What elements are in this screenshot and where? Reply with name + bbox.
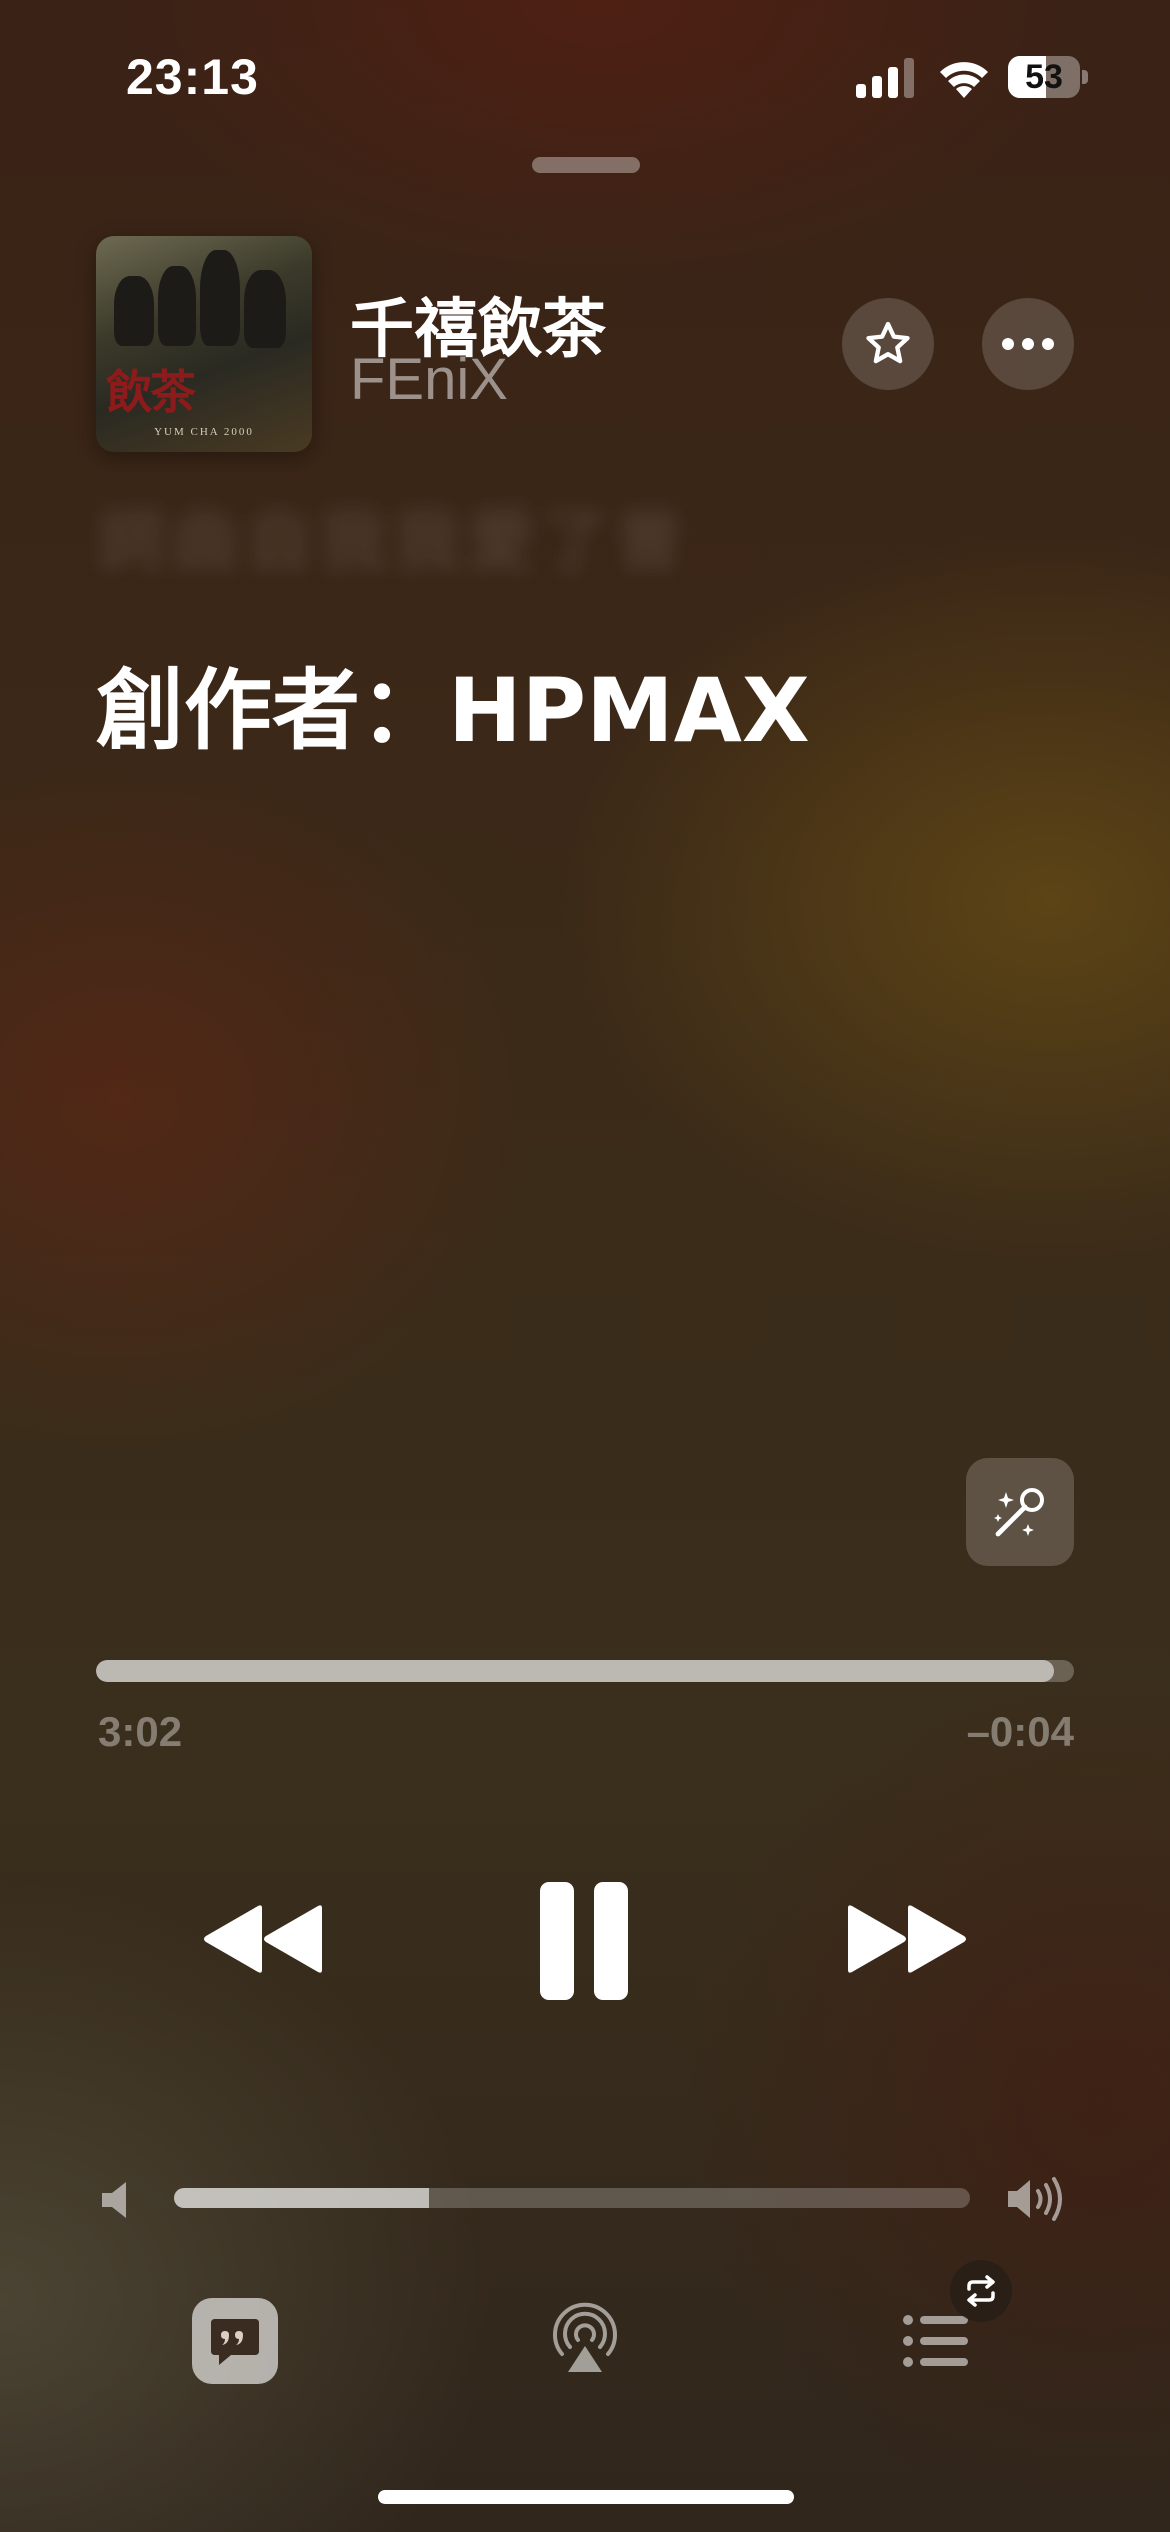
- volume-low-icon: [102, 2182, 126, 2218]
- volume-slider-fill: [174, 2188, 429, 2208]
- artwork-title-text: 飲茶: [106, 365, 196, 419]
- artwork-figure: [200, 250, 240, 346]
- list-icon: [903, 2315, 968, 2367]
- queue-button[interactable]: [902, 2312, 972, 2370]
- battery-cap: [1082, 70, 1088, 84]
- pause-button[interactable]: [536, 1880, 632, 2002]
- previous-lyric-line[interactable]: 詞曲自我我愛了曾: [98, 488, 690, 584]
- lyrics-toggle-button[interactable]: [192, 2298, 278, 2384]
- rewind-button[interactable]: [202, 1902, 326, 1976]
- battery-indicator: 53: [1008, 56, 1088, 98]
- artwork-figure: [158, 266, 196, 346]
- volume-slider[interactable]: [174, 2188, 970, 2208]
- artist-name[interactable]: FEniX: [350, 346, 508, 413]
- sheet-grabber[interactable]: [532, 157, 640, 173]
- sing-mode-button[interactable]: [966, 1458, 1074, 1566]
- fast-forward-icon: [848, 1905, 966, 1973]
- repeat-icon: [967, 2275, 995, 2307]
- artwork-figure: [244, 270, 286, 348]
- remaining-time: –0:04: [966, 1708, 1074, 1755]
- elapsed-time: 3:02: [98, 1708, 183, 1755]
- wifi-icon: [940, 62, 988, 98]
- rewind-icon: [204, 1905, 322, 1973]
- pause-icon: [540, 1882, 628, 2000]
- repeat-indicator[interactable]: [950, 2260, 1012, 2322]
- home-indicator[interactable]: [378, 2490, 794, 2504]
- cellular-signal-icon: [856, 58, 914, 98]
- more-options-button[interactable]: [982, 298, 1074, 390]
- artwork-figure: [114, 276, 154, 346]
- microphone-sparkle-icon: [994, 1488, 1044, 1537]
- current-lyric-line[interactable]: 創作者：HPMAX: [96, 640, 810, 767]
- airplay-button[interactable]: [548, 2302, 622, 2376]
- star-icon: [866, 321, 910, 364]
- album-artwork[interactable]: 飲茶 YUM CHA 2000: [96, 236, 312, 452]
- playback-progress-bar[interactable]: [96, 1660, 1074, 1682]
- lyrics-quote-icon: [211, 2319, 259, 2365]
- battery-percent: 53: [1025, 58, 1063, 96]
- volume-high-icon: [1008, 2177, 1062, 2221]
- fast-forward-button[interactable]: [844, 1902, 968, 1976]
- ellipsis-icon: [1002, 338, 1054, 350]
- status-time: 23:13: [126, 49, 259, 105]
- playback-progress-fill: [96, 1660, 1055, 1682]
- artwork-subtitle-text: YUM CHA 2000: [154, 426, 254, 438]
- favorite-button[interactable]: [842, 298, 934, 390]
